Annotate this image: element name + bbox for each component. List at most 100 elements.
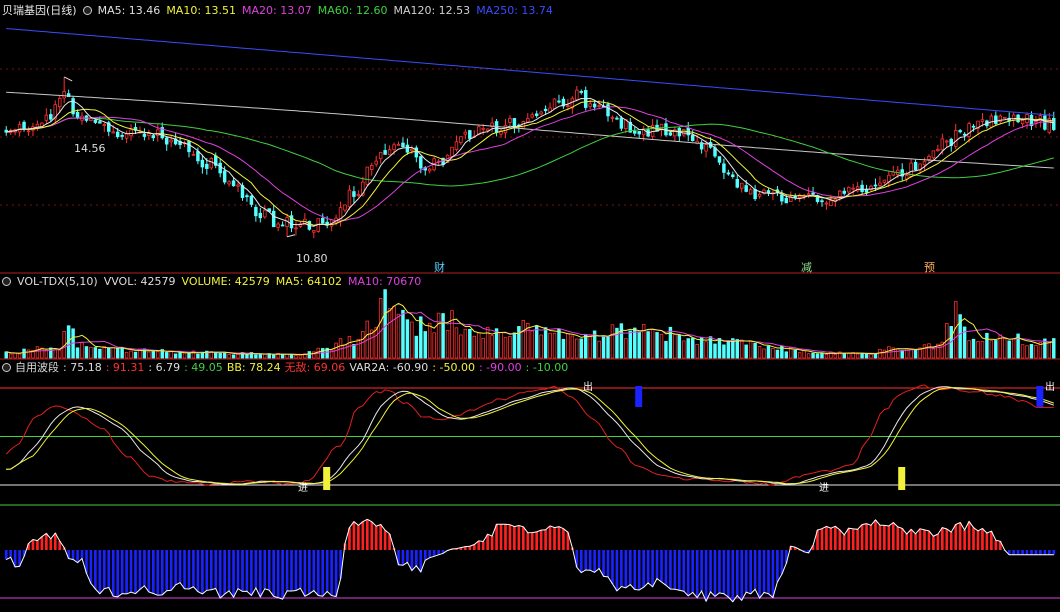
out-signal-bar-2 — [1036, 386, 1044, 407]
candle-body — [1011, 114, 1016, 121]
volume-bar — [147, 351, 151, 359]
candle-body — [374, 160, 378, 165]
candle-body — [405, 144, 410, 153]
out-signal-label-2: 出 — [1045, 380, 1055, 393]
var2a-bar — [758, 550, 761, 599]
var2a-bar — [151, 550, 155, 594]
out-signal-label-1: 出 — [583, 380, 593, 393]
var2a-bar — [303, 550, 307, 597]
volume-bar — [927, 343, 931, 359]
var2a-bar — [276, 550, 280, 598]
var2a-bar — [89, 550, 93, 584]
var2a-bar — [334, 550, 338, 597]
var2a-bar — [597, 550, 601, 569]
candle-body — [633, 130, 637, 134]
candle-body — [227, 181, 231, 185]
candle-body — [717, 156, 722, 163]
volume-bar — [427, 322, 432, 359]
candle-body — [236, 184, 240, 187]
candle-body — [17, 124, 22, 133]
candle-body — [271, 210, 276, 228]
candle-body — [878, 182, 882, 186]
in-signal-label-1: 进 — [298, 482, 308, 494]
candle-body — [704, 144, 708, 152]
candle-body — [115, 131, 120, 138]
candle-body — [427, 168, 432, 172]
volume-bar — [534, 325, 539, 359]
candle-body — [49, 114, 53, 120]
volume-bar — [419, 316, 423, 359]
volume-bar — [846, 353, 851, 359]
volume-bar — [543, 327, 548, 359]
var2a-bar — [606, 550, 610, 577]
candle-body — [454, 141, 459, 150]
var2a-bar — [718, 550, 721, 593]
var2a-bar — [281, 550, 284, 600]
volume-bar — [405, 319, 410, 359]
var2a-bar — [45, 533, 48, 550]
volume-bar — [717, 338, 722, 359]
candle-body — [1020, 119, 1025, 125]
volume-bar — [931, 348, 936, 359]
var2a-bar — [308, 550, 311, 594]
candle-body — [864, 188, 869, 193]
candle-body — [953, 130, 958, 147]
volume-bar — [699, 337, 704, 359]
volume-bar — [994, 340, 998, 359]
candle-body — [508, 117, 512, 123]
var2a-bar — [214, 550, 218, 589]
candle-body — [526, 118, 530, 123]
volume-bar — [561, 338, 566, 359]
var2a-bar — [709, 550, 712, 592]
var2a-bar — [169, 550, 173, 591]
var2a-bar — [499, 524, 503, 550]
candle-body — [378, 151, 383, 160]
volume-bar — [1047, 341, 1052, 359]
var2a-bar — [352, 521, 356, 550]
volume-bar — [735, 339, 740, 359]
var2a-bar — [954, 524, 958, 550]
candle-body — [365, 166, 370, 185]
var2a-bar — [4, 550, 8, 560]
candle-body — [846, 186, 851, 193]
out-signal-bar-1 — [635, 386, 643, 407]
candle-body — [383, 150, 387, 155]
marker-cai: 财 — [434, 260, 445, 274]
var2a-bar — [834, 526, 837, 550]
var2a-bar — [1025, 550, 1029, 555]
low-price-label: 10.80 — [296, 252, 328, 265]
var2a-bar — [120, 550, 124, 594]
volume-bar — [637, 331, 641, 359]
var2a-bar — [914, 533, 917, 550]
var2a-bar — [1012, 550, 1015, 555]
volume-bar — [628, 330, 633, 359]
in-signal-label-2: 进 — [819, 482, 829, 494]
var2a-bar — [633, 550, 637, 590]
candle-body — [579, 91, 583, 93]
candle-body — [913, 161, 918, 171]
var2a-bar — [432, 550, 436, 557]
candle-body — [1034, 121, 1038, 124]
var2a-bar — [860, 524, 864, 550]
var2a-bar — [829, 528, 833, 550]
var2a-bar — [236, 550, 240, 589]
volume-bar — [900, 349, 904, 359]
var2a-bar — [183, 550, 186, 589]
var2a-bar — [267, 550, 271, 591]
var2a-bar — [887, 526, 891, 550]
var2a-bar — [299, 550, 302, 589]
var2a-bar — [865, 523, 868, 550]
var2a-bar — [838, 529, 842, 550]
volume-bar — [771, 348, 775, 359]
candle-body — [619, 117, 624, 129]
volume-bar — [44, 349, 49, 359]
var2a-bar — [557, 526, 561, 550]
candle-body — [481, 127, 485, 130]
var2a-bar — [963, 529, 966, 550]
volume-bar — [815, 353, 820, 359]
var2a-bar — [361, 521, 365, 550]
var2a-bar — [539, 530, 543, 550]
var2a-bar — [143, 550, 146, 586]
candle-body — [280, 224, 285, 227]
candle-body — [249, 195, 254, 205]
